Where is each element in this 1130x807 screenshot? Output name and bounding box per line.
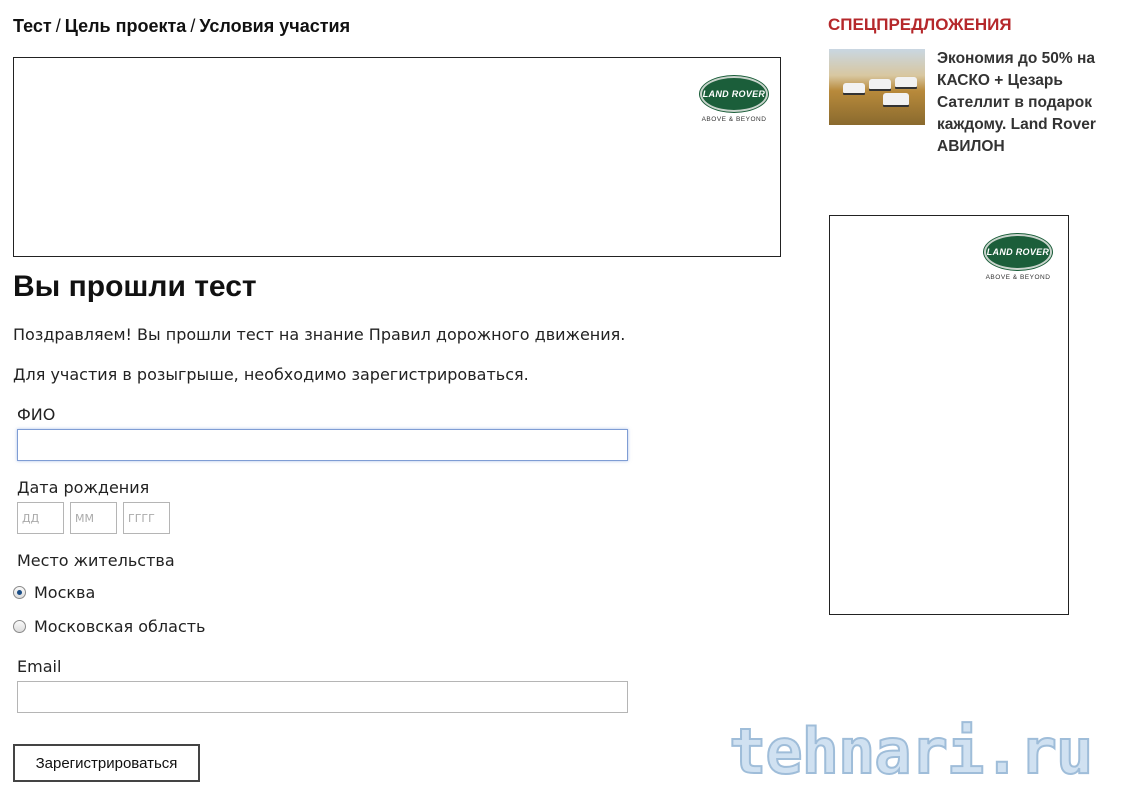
car-shape — [843, 83, 865, 93]
place-option-label: Москва — [34, 583, 96, 602]
logo-tagline: ABOVE & BEYOND — [701, 116, 767, 123]
watermark: tehnari.ru — [728, 714, 1094, 789]
special-offers-heading: СПЕЦПРЕДЛОЖЕНИЯ — [828, 15, 1012, 34]
breadcrumb-separator: / — [55, 16, 61, 36]
radio-moscow[interactable] — [13, 586, 26, 599]
car-shape — [895, 77, 917, 87]
dob-day-input[interactable] — [17, 502, 64, 534]
logo-text: LAND ROVER — [702, 88, 766, 99]
fio-label: ФИО — [17, 405, 56, 424]
car-shape — [883, 93, 909, 105]
email-input[interactable] — [17, 681, 628, 713]
breadcrumb-item-test[interactable]: Тест — [13, 16, 52, 36]
offer-thumbnail-image[interactable] — [829, 49, 925, 125]
breadcrumb: Тест / Цель проекта / Условия участия — [13, 16, 350, 37]
car-shape — [869, 79, 891, 89]
radio-moscow-region[interactable] — [13, 620, 26, 633]
page-title: Вы прошли тест — [13, 270, 257, 303]
breadcrumb-separator: / — [190, 16, 196, 36]
logo-text: LAND ROVER — [986, 246, 1050, 257]
side-banner-ad[interactable]: LAND ROVER ABOVE & BEYOND — [829, 215, 1069, 615]
fio-input[interactable] — [17, 429, 628, 461]
place-option-moscow-region[interactable]: Московская область — [13, 617, 205, 636]
dob-year-input[interactable] — [123, 502, 170, 534]
offer-link[interactable]: Экономия до 50% на КАСКО + Цезарь Сателл… — [937, 48, 1117, 158]
land-rover-oval-icon: LAND ROVER — [984, 234, 1052, 270]
land-rover-oval-icon: LAND ROVER — [700, 76, 768, 112]
dob-month-input[interactable] — [70, 502, 117, 534]
congrats-text: Поздравляем! Вы прошли тест на знание Пр… — [13, 325, 626, 344]
land-rover-logo: LAND ROVER ABOVE & BEYOND — [700, 76, 768, 123]
email-label: Email — [17, 657, 62, 676]
breadcrumb-item-goal[interactable]: Цель проекта — [65, 16, 187, 36]
register-text: Для участия в розыгрыше, необходимо заре… — [13, 365, 529, 384]
breadcrumb-item-conditions[interactable]: Условия участия — [199, 16, 350, 36]
place-option-label: Московская область — [34, 617, 206, 636]
land-rover-logo: LAND ROVER ABOVE & BEYOND — [984, 234, 1052, 281]
register-button[interactable]: Зарегистрироваться — [13, 744, 200, 782]
dob-label: Дата рождения — [17, 478, 150, 497]
top-banner-ad[interactable]: LAND ROVER ABOVE & BEYOND — [13, 57, 781, 257]
logo-tagline: ABOVE & BEYOND — [985, 274, 1051, 281]
place-option-moscow[interactable]: Москва — [13, 583, 95, 602]
place-label: Место жительства — [17, 551, 175, 570]
